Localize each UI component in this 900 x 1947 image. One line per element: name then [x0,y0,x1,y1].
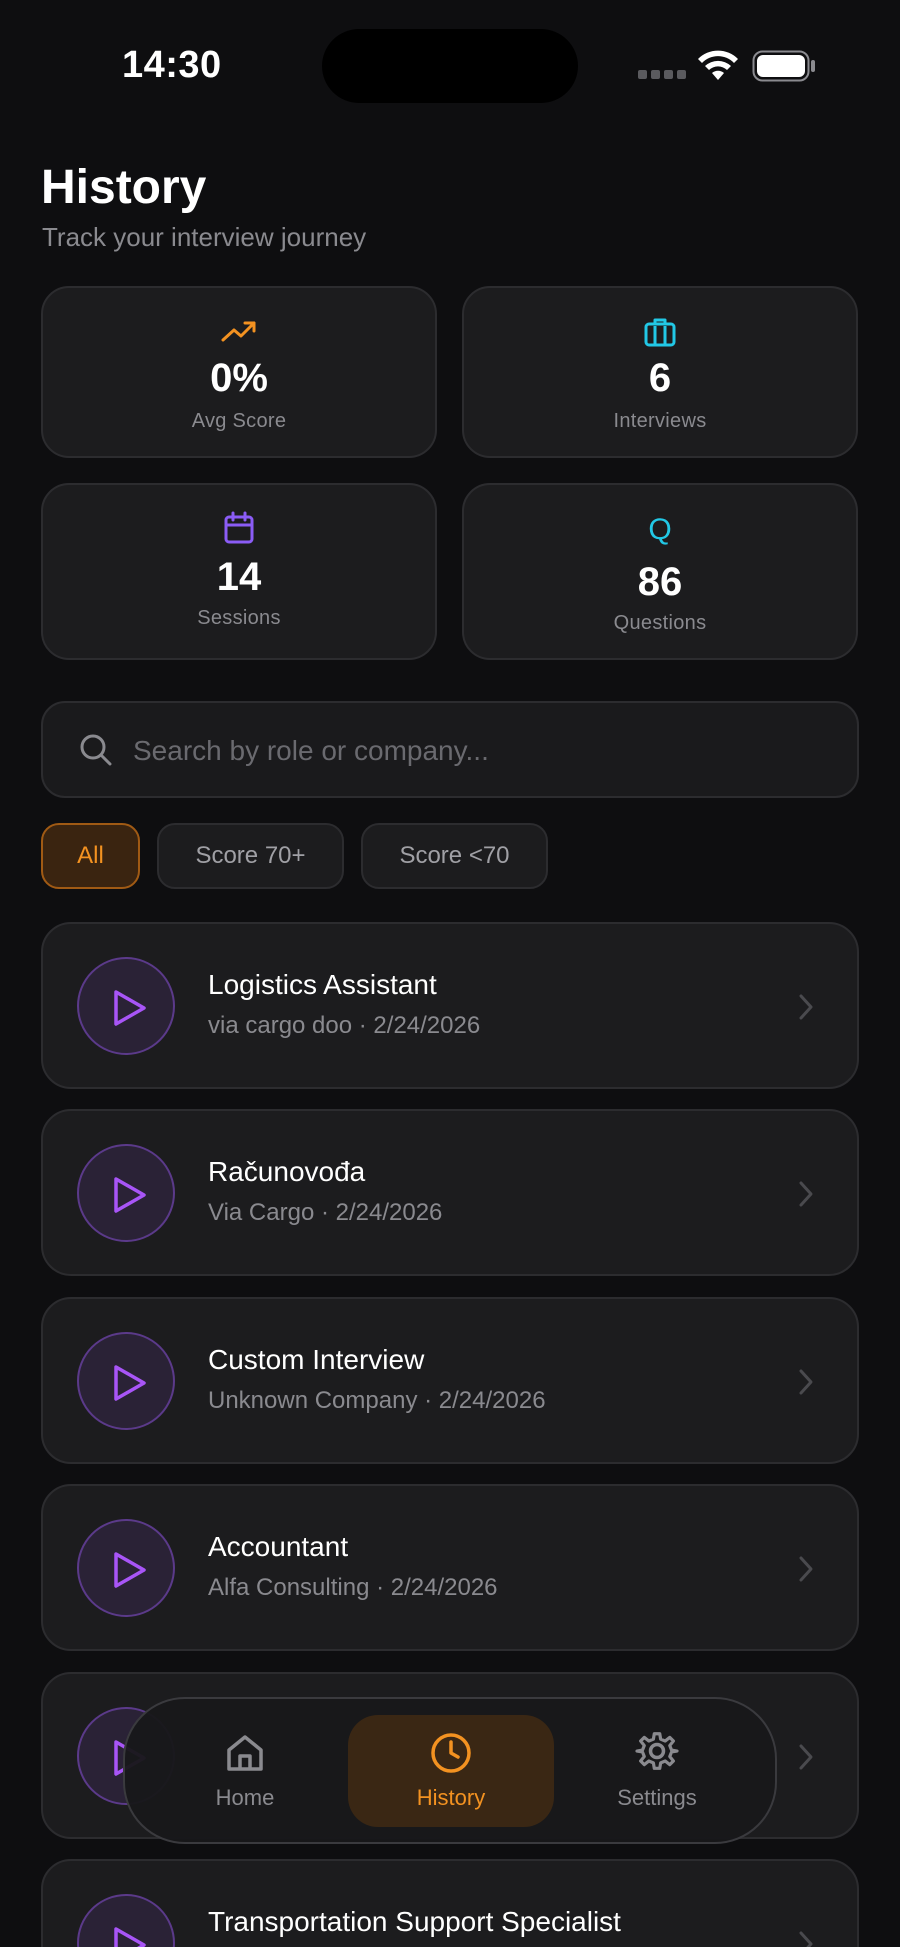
play-button[interactable] [77,1332,175,1430]
page-title: History [41,161,207,214]
chevron-right-icon [799,1556,813,1582]
chevron-right-icon [799,1744,813,1770]
interview-list-item[interactable]: Računovođa Via Cargo · 2/24/2026 [41,1109,859,1276]
chevron-right-icon [799,1181,813,1207]
stat-card-interviews: 6 Interviews [462,286,858,458]
calendar-icon [224,511,254,544]
gear-icon [635,1732,679,1770]
chevron-right-icon [799,1369,813,1395]
interview-list-item[interactable]: Custom Interview Unknown Company · 2/24/… [41,1297,859,1464]
stat-value: 0% [210,356,268,400]
filter-chip-all[interactable]: All [41,823,140,889]
nav-label: Home [215,1785,275,1810]
chevron-right-icon [799,994,813,1020]
stat-value: 14 [216,555,262,599]
play-button[interactable] [77,1519,175,1617]
stat-label: Sessions [197,607,281,629]
status-time: 14:30 [122,44,222,86]
interview-title: Transportation Support Specialist [208,1906,621,1937]
status-bar: 14:30 [0,0,900,130]
stat-card-questions: Q 86 Questions [462,483,858,660]
stat-card-avg-score: 0% Avg Score [41,286,437,458]
interview-title: Računovođa [208,1156,366,1187]
interview-title: Custom Interview [208,1344,425,1375]
play-icon [114,1552,146,1588]
play-icon [114,1365,146,1401]
page-subtitle: Track your interview journey [42,222,367,252]
search-icon [80,734,112,766]
interview-subtitle: via cargo doo · 2/24/2026 [208,1012,481,1039]
dynamic-island [322,29,578,103]
interview-list-item[interactable]: Logistics Assistant via cargo doo · 2/24… [41,922,859,1089]
nav-label: History [416,1785,486,1810]
interview-title: Accountant [208,1531,349,1562]
stat-label: Interviews [613,410,707,432]
nav-tab-settings[interactable]: Settings [554,1715,760,1827]
play-icon [114,1177,146,1213]
interview-list-item[interactable]: Accountant Alfa Consulting · 2/24/2026 [41,1484,859,1651]
play-button[interactable] [77,1894,175,1947]
battery-icon [752,50,815,82]
stat-value: 86 [637,560,683,604]
interview-title: Logistics Assistant [208,969,437,1000]
filter-chip-score-70-plus[interactable]: Score 70+ [157,823,344,889]
history-screen: 14:30 History Track your interview journ… [0,0,900,1947]
interview-list-item[interactable]: Transportation Support Specialist [41,1859,859,1947]
nav-tab-home[interactable]: Home [142,1715,348,1827]
interview-subtitle: Via Cargo · 2/24/2026 [208,1199,443,1226]
q-icon: Q [648,513,672,546]
stat-label: Avg Score [191,410,287,432]
interview-subtitle: Unknown Company · 2/24/2026 [208,1387,546,1414]
filter-chip-score-below-70[interactable]: Score <70 [361,823,548,889]
bottom-nav-bar: Home History Settings [123,1697,777,1844]
clock-icon [431,1733,471,1773]
search-box[interactable] [41,701,859,798]
cellular-signal-icon [638,70,686,80]
home-icon [227,1735,263,1771]
nav-tab-history[interactable]: History [348,1715,554,1827]
play-icon [114,1927,146,1947]
stat-label: Questions [613,612,707,634]
interview-subtitle: Alfa Consulting · 2/24/2026 [208,1574,498,1601]
trending-up-icon [221,321,256,342]
search-input[interactable] [133,723,823,779]
wifi-icon [698,50,738,80]
stat-value: 6 [648,356,672,400]
briefcase-icon [644,318,676,347]
play-button[interactable] [77,1144,175,1242]
chevron-right-icon [799,1931,813,1947]
stat-card-sessions: 14 Sessions [41,483,437,660]
play-button[interactable] [77,957,175,1055]
nav-label: Settings [617,1785,697,1810]
play-icon [114,990,146,1026]
